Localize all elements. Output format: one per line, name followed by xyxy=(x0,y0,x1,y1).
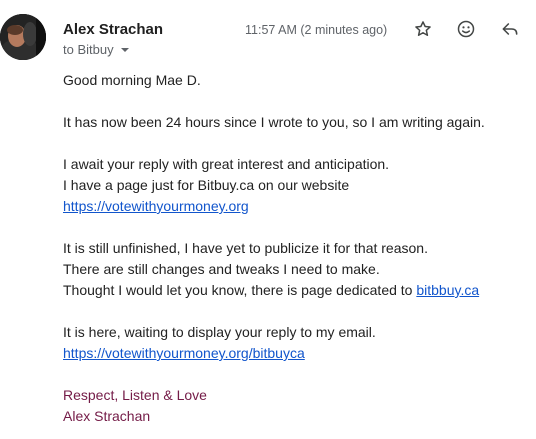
signature-name: Alex Strachan xyxy=(63,408,151,424)
paragraph-3-line-3-text: Thought I would let you know, there is p… xyxy=(63,282,417,298)
chevron-down-icon xyxy=(120,45,130,55)
paragraph-4-line-1: It is here, waiting to display your repl… xyxy=(63,324,376,340)
paragraph-1: It has now been 24 hours since I wrote t… xyxy=(63,114,485,130)
greeting: Good morning Mae D. xyxy=(63,72,201,88)
paragraph-3-line-1: It is still unfinished, I have yet to pu… xyxy=(63,240,428,256)
paragraph-3-line-3: Thought I would let you know, there is p… xyxy=(63,280,523,301)
bitbbuy-link[interactable]: bitbbuy.ca xyxy=(416,282,479,298)
star-icon[interactable] xyxy=(412,18,434,40)
paragraph-3-line-2: There are still changes and tweaks I nee… xyxy=(63,261,380,277)
message-timestamp: 11:57 AM (2 minutes ago) xyxy=(245,23,388,37)
sender-name[interactable]: Alex Strachan xyxy=(63,21,163,38)
recipient-details-toggle[interactable]: to Bitbuy xyxy=(63,42,130,57)
message-body: Good morning Mae D. It has now been 24 h… xyxy=(63,70,523,427)
website-link[interactable]: https://votewithyourmoney.org xyxy=(63,198,249,214)
bitbuyca-page-link[interactable]: https://votewithyourmoney.org/bitbuyca xyxy=(63,345,305,361)
emoji-icon[interactable] xyxy=(455,18,477,40)
recipient-label: to Bitbuy xyxy=(63,42,114,57)
reply-icon[interactable] xyxy=(499,18,521,40)
paragraph-2-line-2: I have a page just for Bitbuy.ca on our … xyxy=(63,177,350,193)
avatar[interactable] xyxy=(0,14,46,60)
paragraph-2-line-1: I await your reply with great interest a… xyxy=(63,156,390,172)
signoff: Respect, Listen & Love xyxy=(63,387,207,403)
